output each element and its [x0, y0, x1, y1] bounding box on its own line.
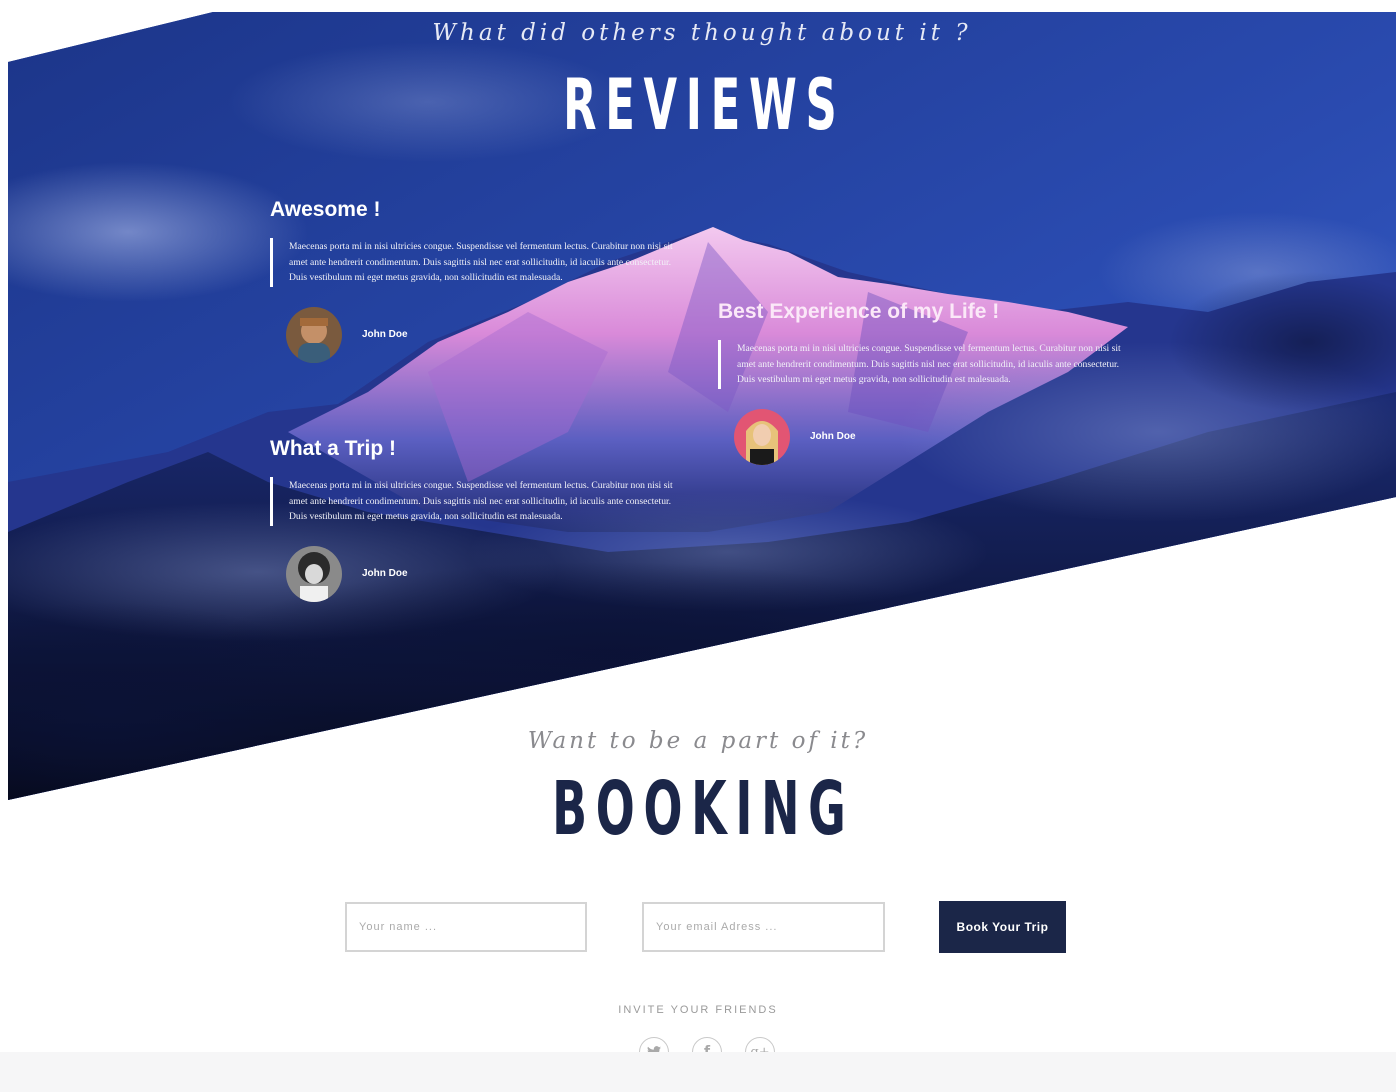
reviews-section: What did others thought about it ? REVIE…: [8, 12, 1396, 800]
review-text: Maecenas porta mi in nisi ultricies cong…: [718, 340, 1127, 389]
avatar: [286, 306, 342, 363]
avatar: [286, 545, 342, 602]
review-card: Best Experience of my Life ! Maecenas po…: [718, 300, 1127, 465]
invite-friends-label: INVITE YOUR FRIENDS: [618, 1004, 778, 1016]
review-heading: Best Experience of my Life !: [718, 300, 1000, 323]
email-input[interactable]: [642, 902, 885, 952]
review-author-name: John Doe: [810, 431, 856, 442]
reviews-title: REVIEWS: [563, 64, 846, 146]
book-trip-button[interactable]: Book Your Trip: [939, 901, 1066, 953]
review-author-name: John Doe: [362, 568, 408, 579]
review-card: What a Trip ! Maecenas porta mi in nisi …: [270, 437, 679, 602]
footer-band: [0, 1052, 1396, 1092]
reviews-subtitle: What did others thought about it ?: [432, 20, 972, 46]
review-heading: Awesome !: [270, 198, 381, 221]
page: What did others thought about it ? REVIE…: [0, 0, 1396, 1092]
booking-title: BOOKING: [552, 766, 855, 852]
review-author: John Doe: [734, 408, 1127, 465]
review-author: John Doe: [286, 545, 679, 602]
review-text: Maecenas porta mi in nisi ultricies cong…: [270, 477, 679, 526]
name-input[interactable]: [345, 902, 587, 952]
review-text: Maecenas porta mi in nisi ultricies cong…: [270, 238, 679, 287]
booking-subtitle: Want to be a part of it?: [527, 728, 869, 754]
review-card: Awesome ! Maecenas porta mi in nisi ultr…: [270, 198, 679, 363]
review-heading: What a Trip !: [270, 437, 396, 460]
avatar: [734, 408, 790, 465]
review-author: John Doe: [286, 306, 679, 363]
review-author-name: John Doe: [362, 329, 408, 340]
